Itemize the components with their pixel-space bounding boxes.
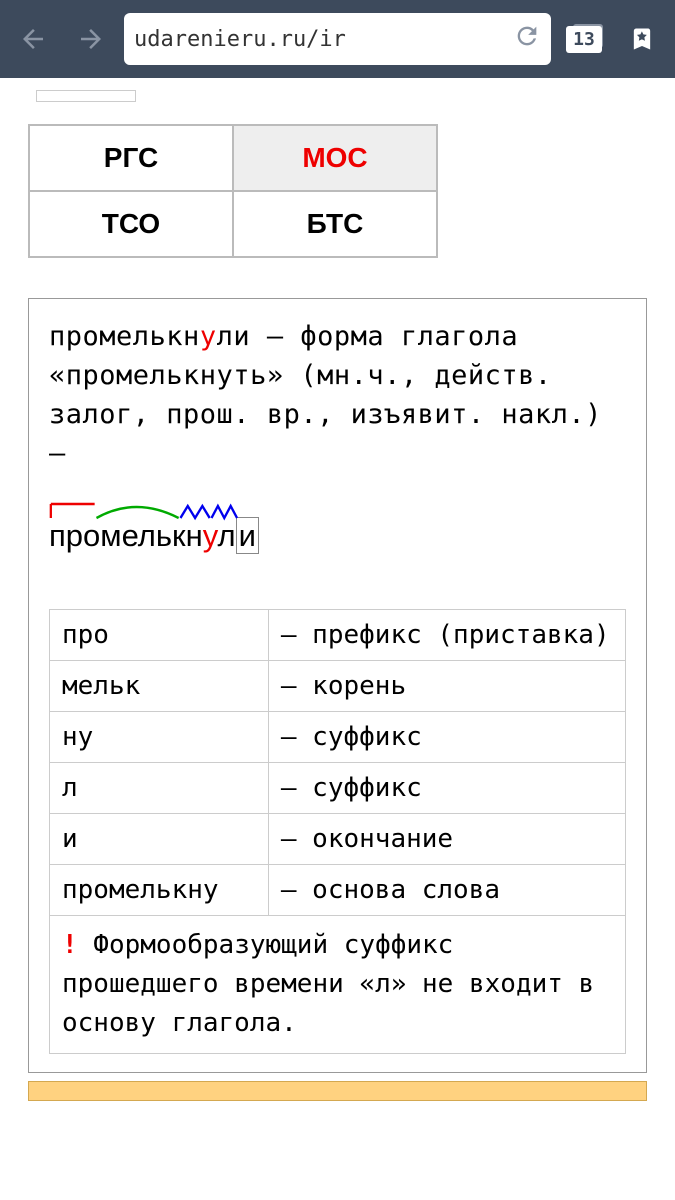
table-row: л— суффикс bbox=[50, 762, 626, 813]
morpheme-table: про— префикс (приставка)мельк— кореньну—… bbox=[49, 609, 626, 1054]
url-bar[interactable]: udarenieru.ru/ir bbox=[124, 13, 551, 65]
bookmark-icon[interactable] bbox=[617, 14, 667, 64]
note-text: Формообразующий суффикс прошедшего време… bbox=[62, 930, 594, 1038]
morpheme-part: мельк bbox=[50, 660, 269, 711]
morph-p1: промелькн bbox=[49, 518, 203, 553]
tab-mos[interactable]: МОС bbox=[233, 125, 437, 191]
table-row: и— окончание bbox=[50, 813, 626, 864]
morph-ending: и bbox=[236, 517, 259, 554]
reload-icon[interactable] bbox=[513, 22, 541, 57]
morpheme-desc: — префикс (приставка) bbox=[268, 609, 625, 660]
prev-box-fragment bbox=[36, 90, 136, 102]
dictionary-tabs: РГС МОС ТСО БТС bbox=[28, 124, 438, 258]
morpheme-part: ну bbox=[50, 711, 269, 762]
morpheme-part: и bbox=[50, 813, 269, 864]
morpheme-desc: — корень bbox=[268, 660, 625, 711]
desc-word-pre: промелькн bbox=[49, 321, 200, 352]
entry-box: промелькнули — форма глагола «промелькну… bbox=[28, 298, 647, 1073]
word-description: промелькнули — форма глагола «промелькну… bbox=[49, 317, 626, 474]
table-row: ну— суффикс bbox=[50, 711, 626, 762]
morpheme-tbody: про— префикс (приставка)мельк— кореньну—… bbox=[50, 609, 626, 915]
url-text: udarenieru.ru/ir bbox=[134, 27, 505, 52]
table-row: про— префикс (приставка) bbox=[50, 609, 626, 660]
desc-word-post: ли bbox=[217, 321, 251, 352]
morpheme-desc: — суффикс bbox=[268, 711, 625, 762]
tab-count: 13 bbox=[566, 26, 602, 53]
morpheme-desc: — суффикс bbox=[268, 762, 625, 813]
desc-word-stress: у bbox=[200, 321, 217, 352]
note-bang: ! bbox=[62, 930, 78, 960]
morpheme-part: промелькну bbox=[50, 864, 269, 915]
morpheme-marks-icon bbox=[49, 502, 259, 522]
morpheme-part: про bbox=[50, 609, 269, 660]
tab-bts[interactable]: БТС bbox=[233, 191, 437, 257]
table-row: мельк— корень bbox=[50, 660, 626, 711]
morpheme-word: промелькнули bbox=[49, 502, 259, 554]
morph-stress: у bbox=[203, 518, 218, 553]
forward-button[interactable] bbox=[66, 14, 116, 64]
back-button[interactable] bbox=[8, 14, 58, 64]
morpheme-desc: — основа слова bbox=[268, 864, 625, 915]
tabs-button[interactable]: 13 bbox=[559, 14, 609, 64]
tab-rgs[interactable]: РГС bbox=[29, 125, 233, 191]
morpheme-desc: — окончание bbox=[268, 813, 625, 864]
page-content: РГС МОС ТСО БТС промелькнули — форма гла… bbox=[0, 78, 675, 1113]
morph-p2: л bbox=[218, 518, 236, 553]
browser-toolbar: udarenieru.ru/ir 13 bbox=[0, 0, 675, 78]
table-row: промелькну— основа слова bbox=[50, 864, 626, 915]
tab-tso[interactable]: ТСО bbox=[29, 191, 233, 257]
next-section-fragment bbox=[28, 1081, 647, 1101]
note-cell: ! Формообразующий суффикс прошедшего вре… bbox=[50, 915, 626, 1053]
morpheme-part: л bbox=[50, 762, 269, 813]
